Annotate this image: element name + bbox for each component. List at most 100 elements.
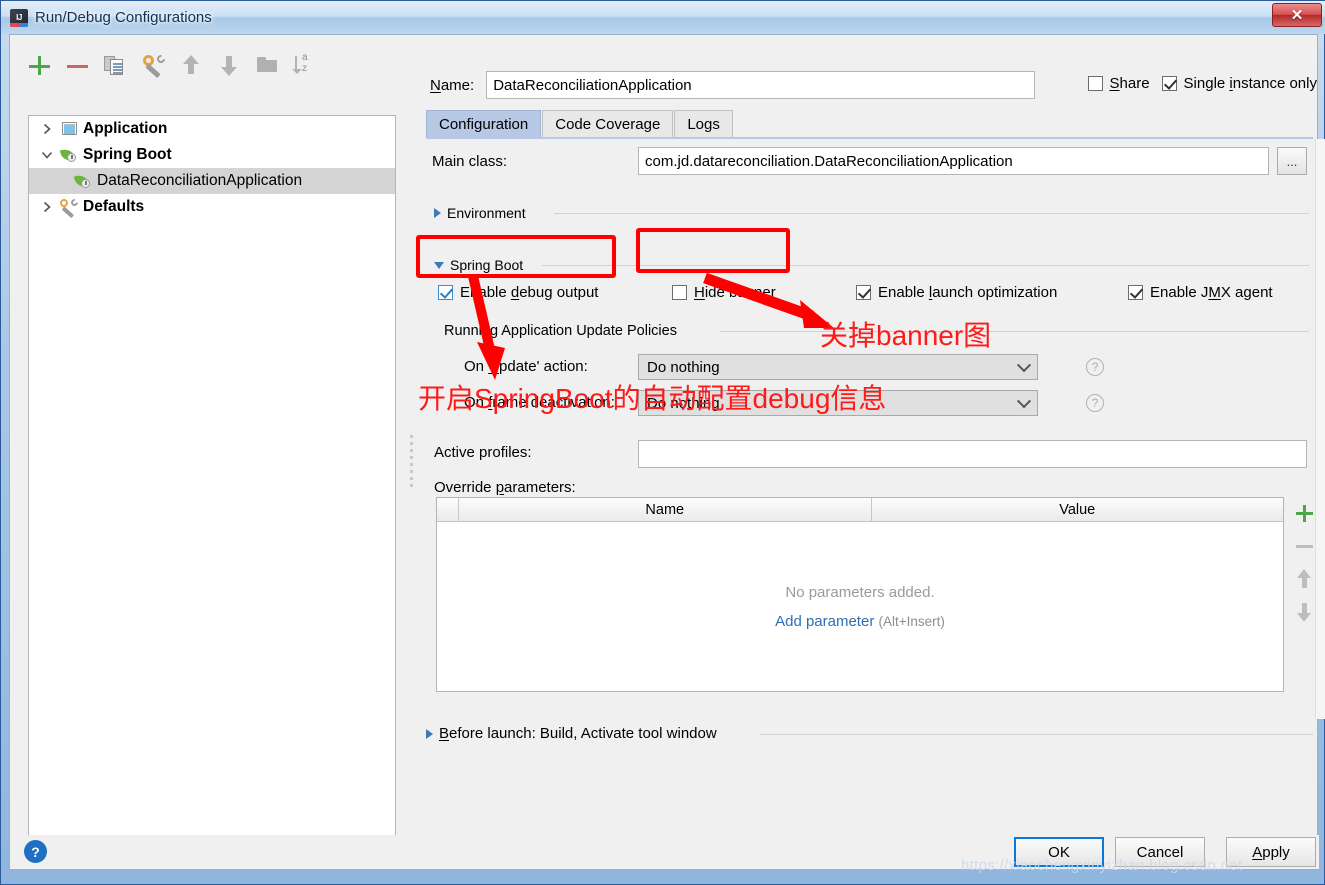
main-class-input[interactable] [638, 147, 1269, 175]
update-policies-group-label: Running Application Update Policies [444, 323, 677, 339]
chevron-right-icon[interactable] [426, 728, 433, 739]
configurations-tree[interactable]: Application Spring Boot DataReconciliati… [28, 115, 396, 858]
configuration-tab-content: Main class: ... Environment Spring Boot [426, 139, 1313, 719]
active-profiles-input[interactable] [638, 440, 1307, 468]
wrench-icon [59, 197, 80, 219]
checkbox-box[interactable] [1087, 76, 1103, 91]
checkbox-box[interactable] [1161, 76, 1177, 91]
edit-defaults-icon[interactable] [142, 53, 167, 79]
checkbox-box[interactable] [672, 285, 687, 300]
main-class-label: Main class: [432, 153, 508, 170]
chevron-right-icon[interactable] [35, 123, 59, 135]
enable-launch-optimization-label: Enable launch optimization [878, 284, 1058, 301]
add-icon[interactable] [28, 54, 50, 76]
apply-label: Apply [1252, 843, 1290, 861]
add-parameter-link[interactable]: Add parameter [775, 613, 874, 630]
enable-launch-optimization-checkbox[interactable]: Enable launch optimization [856, 284, 1057, 301]
parameters-table-body: No parameters added. Add parameter (Alt+… [437, 522, 1283, 691]
chevron-right-icon[interactable] [434, 208, 441, 218]
override-parameters-label: Override parameters: [434, 479, 576, 496]
title-bar: IJ Run/Debug Configurations ✕ [1, 1, 1325, 34]
enable-debug-output-label: Enable debug output [460, 284, 599, 301]
column-header-value[interactable]: Value [872, 498, 1284, 521]
dialog-button-bar: ? OK Cancel Apply [10, 835, 1319, 869]
enable-debug-output-checkbox[interactable]: Enable debug output [438, 284, 598, 301]
sort-alphabetically-icon[interactable]: az [292, 53, 316, 76]
move-up-icon[interactable] [180, 54, 202, 76]
tree-item-application[interactable]: Application [29, 116, 395, 142]
spring-leaf-icon [73, 172, 93, 190]
name-input[interactable] [486, 71, 1036, 99]
parameters-table[interactable]: Name Value No parameters added. Add para… [436, 497, 1284, 692]
intellij-idea-icon: IJ [10, 8, 28, 27]
before-launch-section-header[interactable]: Before launch: Build, Activate tool wind… [426, 725, 717, 742]
section-divider [554, 213, 1309, 214]
hide-banner-checkbox[interactable]: Hide banner [672, 284, 776, 301]
parameters-table-header: Name Value [437, 498, 1283, 522]
cancel-button[interactable]: Cancel [1115, 837, 1205, 867]
before-launch-label: Before launch: Build, Activate tool wind… [439, 725, 717, 742]
checkbox-box[interactable] [438, 285, 453, 300]
chevron-down-icon[interactable] [1016, 394, 1032, 409]
spring-boot-section-header[interactable]: Spring Boot [434, 257, 523, 273]
apply-button[interactable]: Apply [1226, 837, 1316, 867]
name-label: Name: [430, 76, 475, 94]
folder-icon[interactable] [256, 54, 278, 76]
spring-leaf-icon [59, 146, 79, 164]
name-row-options: Share Single instance only [1087, 75, 1317, 92]
tree-item-label: DataReconciliationApplication [97, 172, 303, 189]
splitter-grip[interactable] [410, 435, 413, 491]
tab-code-coverage[interactable]: Code Coverage [542, 110, 674, 138]
on-update-action-dropdown[interactable]: Do nothing [638, 354, 1038, 380]
checkbox-box[interactable] [856, 285, 871, 300]
panel-splitter[interactable] [406, 35, 420, 835]
enable-jmx-agent-label: Enable JMX agent [1150, 284, 1273, 301]
move-down-icon[interactable] [218, 54, 240, 76]
on-update-action-help-icon[interactable]: ? [1086, 358, 1104, 376]
tree-item-label: Spring Boot [83, 146, 172, 163]
tree-item-defaults[interactable]: Defaults [29, 194, 395, 220]
add-parameter-hint: (Alt+Insert) [878, 613, 945, 629]
on-frame-deactivation-help-icon[interactable]: ? [1086, 394, 1104, 412]
close-icon[interactable]: ✕ [1272, 3, 1322, 27]
configuration-editor-panel: Name: Share Single instance only Configu… [420, 35, 1325, 835]
chevron-right-icon[interactable] [35, 201, 59, 213]
main-class-browse-button[interactable]: ... [1277, 147, 1307, 175]
application-icon [59, 120, 79, 138]
remove-icon[interactable] [66, 54, 88, 76]
column-header-name[interactable]: Name [459, 498, 872, 521]
add-parameter-row: Add parameter (Alt+Insert) [775, 613, 945, 630]
on-update-action-value: Do nothing [647, 358, 720, 376]
ok-button[interactable]: OK [1014, 837, 1104, 867]
checkbox-box[interactable] [1128, 285, 1143, 300]
spring-boot-section-label: Spring Boot [450, 257, 524, 273]
configurations-panel: az Application Spring Boot DataReconcili… [10, 35, 406, 858]
editor-tabs: Configuration Code Coverage Logs [426, 110, 734, 138]
empty-state-message: No parameters added. [785, 583, 935, 601]
on-frame-deactivation-dropdown[interactable]: Do nothing [638, 390, 1038, 416]
name-row: Name: [430, 71, 1036, 99]
help-icon[interactable]: ? [24, 840, 47, 863]
hide-banner-label: Hide banner [694, 284, 776, 301]
tree-item-label: Application [83, 120, 168, 137]
tab-logs[interactable]: Logs [674, 110, 733, 138]
copy-configuration-icon[interactable] [104, 54, 126, 76]
tree-item-datareconciliationapplication[interactable]: DataReconciliationApplication [29, 168, 395, 194]
chevron-down-icon[interactable] [434, 261, 444, 269]
active-profiles-label: Active profiles: [434, 444, 532, 461]
on-frame-deactivation-label: On frame deactivation: [464, 394, 615, 411]
configurations-toolbar: az [28, 49, 316, 81]
dialog-client-area: az Application Spring Boot DataReconcili… [9, 34, 1325, 870]
content-scrollbar[interactable] [1315, 139, 1325, 719]
tree-item-label: Defaults [83, 198, 145, 215]
chevron-down-icon[interactable] [1016, 358, 1032, 373]
tab-configuration[interactable]: Configuration [426, 110, 542, 138]
chevron-down-icon[interactable] [35, 150, 59, 160]
enable-jmx-agent-checkbox[interactable]: Enable JMX agent [1128, 284, 1273, 301]
single-instance-only-checkbox[interactable]: Single instance only [1161, 75, 1317, 92]
section-divider [720, 331, 1309, 332]
environment-section-header[interactable]: Environment [434, 205, 526, 221]
share-checkbox[interactable]: Share [1087, 75, 1150, 92]
single-instance-label: Single instance only [1183, 75, 1317, 92]
tree-item-spring-boot[interactable]: Spring Boot [29, 142, 395, 168]
